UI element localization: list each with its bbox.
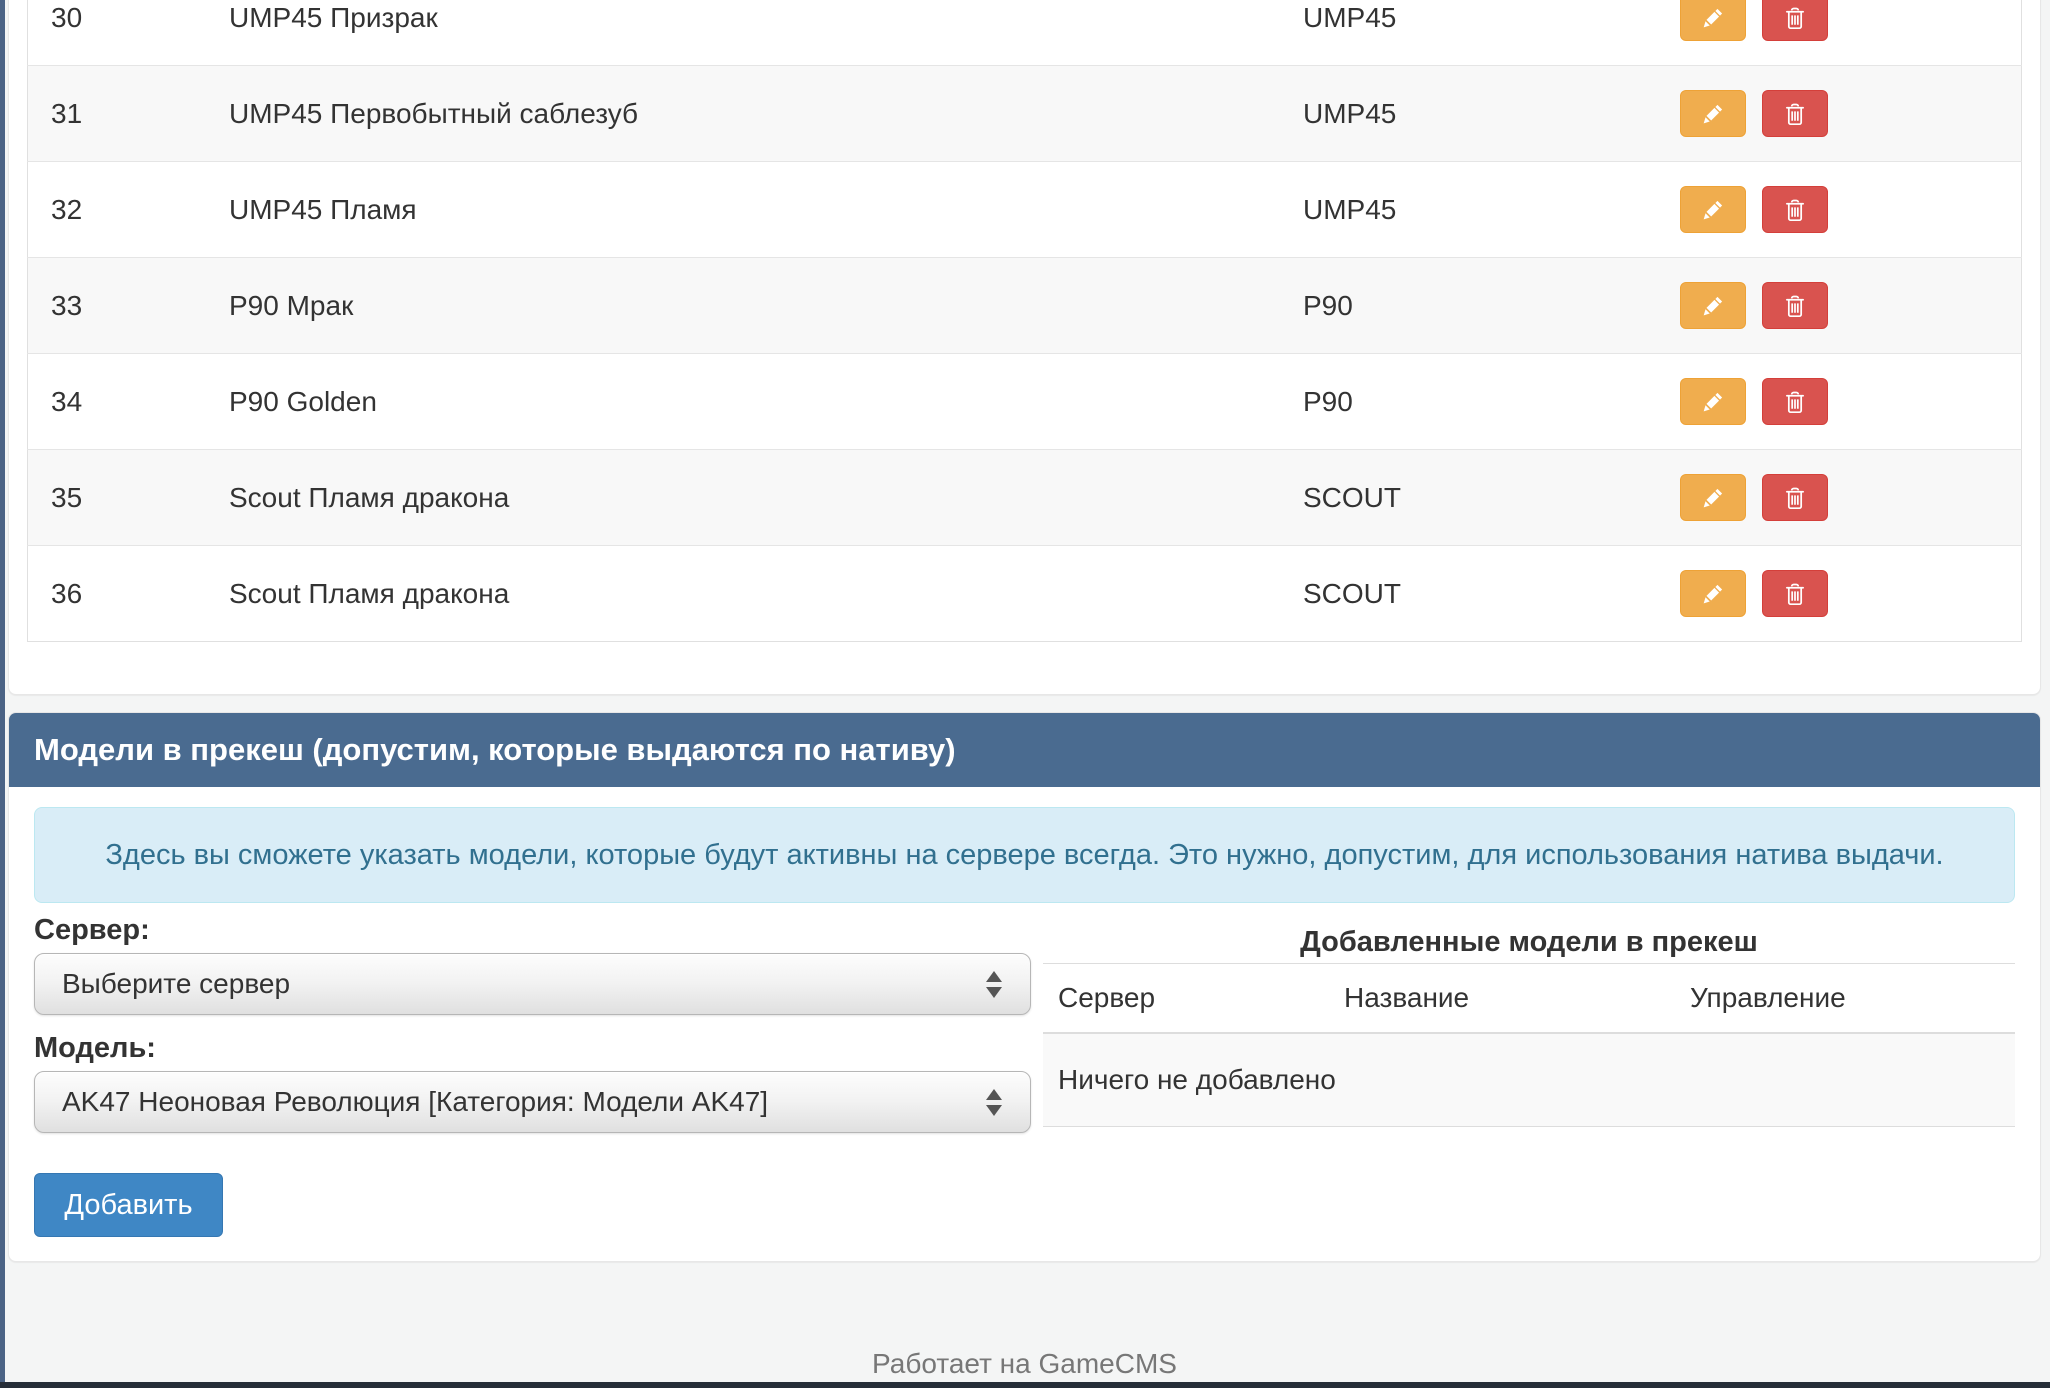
pencil-icon	[1700, 5, 1726, 31]
precache-panel-body: Здесь вы сможете указать модели, которые…	[9, 787, 2040, 1261]
added-col-server: Сервер	[1043, 964, 1329, 1034]
pencil-icon	[1700, 485, 1726, 511]
added-models-section: Добавленные модели в прекеш Сервер Назва…	[1043, 913, 2015, 1127]
row-id: 30	[28, 0, 203, 66]
trash-icon	[1782, 293, 1808, 319]
table-row: 32 UMP45 Пламя UMP45	[28, 162, 2022, 258]
server-select[interactable]: Выберите сервер	[34, 953, 1031, 1015]
delete-button[interactable]	[1762, 378, 1828, 425]
table-row: 30 UMP45 Призрак UMP45	[28, 0, 2022, 66]
row-type: P90	[1275, 354, 1652, 450]
added-table-header-row: Сервер Название Управление	[1043, 964, 2015, 1034]
precache-form-row: Сервер: Выберите сервер Модель: AK47 Нео…	[34, 913, 2015, 1237]
edit-button[interactable]	[1680, 186, 1746, 233]
row-type: UMP45	[1275, 66, 1652, 162]
added-models-heading: Добавленные модели в прекеш	[1043, 925, 2015, 959]
added-models-table: Сервер Название Управление Ничего не доб…	[1043, 963, 2015, 1127]
row-actions	[1652, 354, 2022, 450]
select-stepper-icon	[986, 1089, 1002, 1116]
row-id: 35	[28, 450, 203, 546]
row-type: P90	[1275, 258, 1652, 354]
delete-button[interactable]	[1762, 186, 1828, 233]
trash-icon	[1782, 197, 1808, 223]
trash-icon	[1782, 581, 1808, 607]
row-type: SCOUT	[1275, 546, 1652, 642]
edit-button[interactable]	[1680, 0, 1746, 41]
edit-button[interactable]	[1680, 282, 1746, 329]
added-col-actions: Управление	[1675, 964, 2015, 1034]
left-edge-bar	[0, 0, 5, 1388]
delete-button[interactable]	[1762, 282, 1828, 329]
row-actions	[1652, 162, 2022, 258]
table-row: 35 Scout Пламя дракона SCOUT	[28, 450, 2022, 546]
row-id: 36	[28, 546, 203, 642]
row-name: Scout Пламя дракона	[202, 546, 1275, 642]
trash-icon	[1782, 485, 1808, 511]
select-stepper-icon	[986, 971, 1002, 998]
server-select-value: Выберите сервер	[62, 968, 986, 1000]
empty-state-text: Ничего не добавлено	[1043, 1033, 2015, 1127]
row-name: UMP45 Первобытный саблезуб	[202, 66, 1275, 162]
row-name: UMP45 Пламя	[202, 162, 1275, 258]
models-table: 30 UMP45 Призрак UMP45	[27, 0, 2022, 642]
table-row: 31 UMP45 Первобытный саблезуб UMP45	[28, 66, 2022, 162]
delete-button[interactable]	[1762, 0, 1828, 41]
edit-button[interactable]	[1680, 474, 1746, 521]
server-label: Сервер:	[34, 913, 1031, 947]
row-name: UMP45 Призрак	[202, 0, 1275, 66]
precache-form: Сервер: Выберите сервер Модель: AK47 Нео…	[34, 913, 1031, 1237]
precache-panel-title: Модели в прекеш (допустим, которые выдаю…	[9, 713, 2040, 787]
pencil-icon	[1700, 101, 1726, 127]
model-label: Модель:	[34, 1031, 1031, 1065]
model-select[interactable]: AK47 Неоновая Революция [Категория: Моде…	[34, 1071, 1031, 1133]
added-col-name: Название	[1329, 964, 1675, 1034]
page-content: 30 UMP45 Призрак UMP45	[8, 0, 2041, 1380]
edit-button[interactable]	[1680, 378, 1746, 425]
precache-panel: Модели в прекеш (допустим, которые выдаю…	[8, 712, 2041, 1262]
pencil-icon	[1700, 389, 1726, 415]
add-button[interactable]: Добавить	[34, 1173, 223, 1237]
trash-icon	[1782, 101, 1808, 127]
row-actions	[1652, 66, 2022, 162]
trash-icon	[1782, 389, 1808, 415]
model-select-value: AK47 Неоновая Революция [Категория: Моде…	[62, 1086, 986, 1118]
row-id: 33	[28, 258, 203, 354]
row-type: UMP45	[1275, 0, 1652, 66]
trash-icon	[1782, 5, 1808, 31]
delete-button[interactable]	[1762, 90, 1828, 137]
pencil-icon	[1700, 293, 1726, 319]
info-alert: Здесь вы сможете указать модели, которые…	[34, 807, 2015, 903]
row-actions	[1652, 258, 2022, 354]
delete-button[interactable]	[1762, 570, 1828, 617]
row-type: UMP45	[1275, 162, 1652, 258]
delete-button[interactable]	[1762, 474, 1828, 521]
row-actions	[1652, 546, 2022, 642]
edit-button[interactable]	[1680, 570, 1746, 617]
row-id: 31	[28, 66, 203, 162]
table-row: 34 P90 Golden P90	[28, 354, 2022, 450]
added-empty-row: Ничего не добавлено	[1043, 1033, 2015, 1127]
table-row: 36 Scout Пламя дракона SCOUT	[28, 546, 2022, 642]
table-row: 33 P90 Мрак P90	[28, 258, 2022, 354]
models-table-panel: 30 UMP45 Призрак UMP45	[8, 0, 2041, 695]
row-actions	[1652, 0, 2022, 66]
pencil-icon	[1700, 197, 1726, 223]
row-actions	[1652, 450, 2022, 546]
pencil-icon	[1700, 581, 1726, 607]
bottom-dark-bar	[0, 1382, 2050, 1388]
row-name: P90 Мрак	[202, 258, 1275, 354]
row-name: P90 Golden	[202, 354, 1275, 450]
row-name: Scout Пламя дракона	[202, 450, 1275, 546]
row-type: SCOUT	[1275, 450, 1652, 546]
row-id: 34	[28, 354, 203, 450]
edit-button[interactable]	[1680, 90, 1746, 137]
footer-text: Работает на GameCMS	[8, 1348, 2041, 1380]
row-id: 32	[28, 162, 203, 258]
